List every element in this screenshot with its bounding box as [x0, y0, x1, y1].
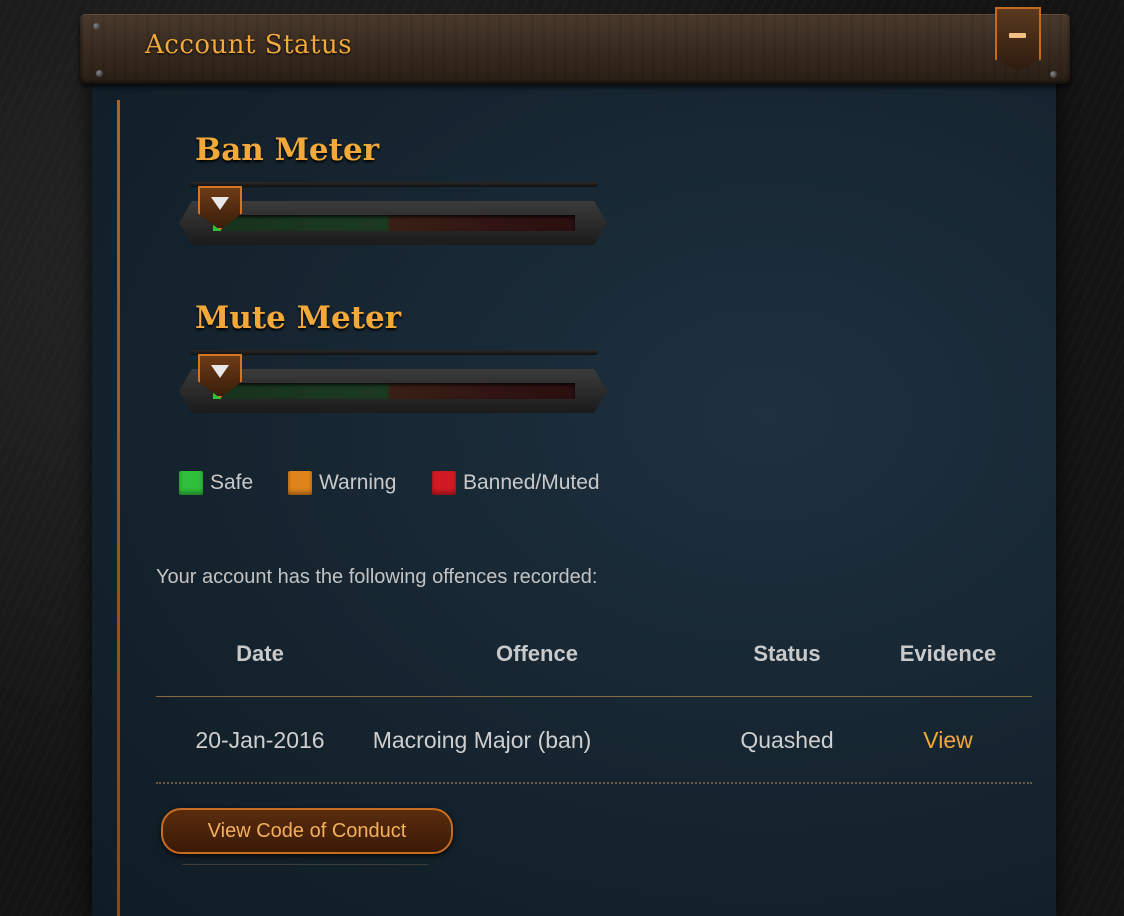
banned-swatch: [432, 471, 456, 495]
legend-item-warning: Warning: [288, 470, 396, 496]
rivet-icon: [1050, 71, 1057, 78]
view-code-of-conduct-button[interactable]: View Code of Conduct: [161, 808, 453, 854]
ban-meter-bar: [179, 201, 607, 245]
legend-item-banned-muted: Banned/Muted: [432, 470, 600, 496]
legend-label: Banned/Muted: [463, 471, 600, 494]
mute-meter-title: Mute Meter: [195, 300, 402, 336]
legend-item-safe: Safe: [179, 470, 253, 496]
mute-meter-bar: [179, 369, 607, 413]
column-header-status: Status: [753, 641, 821, 666]
rivet-icon: [93, 23, 100, 30]
mute-meter-rail: [190, 350, 598, 355]
table-row-divider: [156, 782, 1032, 784]
ban-meter-title: Ban Meter: [195, 132, 380, 168]
legend-label: Warning: [319, 471, 397, 494]
minus-icon: [1009, 33, 1026, 38]
column-header-date: Date: [236, 641, 284, 666]
view-evidence-link[interactable]: View: [888, 727, 1008, 754]
ban-meter-track: [213, 215, 575, 231]
offence-name: Macroing Major (ban): [372, 727, 592, 753]
column-header-evidence: Evidence: [899, 641, 997, 666]
button-underline: [182, 864, 428, 865]
ban-meter-rail: [190, 182, 598, 187]
table-header-divider: [156, 696, 1032, 697]
collapse-button[interactable]: [995, 7, 1041, 71]
safe-swatch: [179, 471, 203, 495]
offence-date: 20-Jan-2016: [195, 727, 325, 753]
mute-meter-track: [213, 383, 575, 399]
rivet-icon: [96, 70, 103, 77]
panel-title: Account Status: [145, 30, 353, 60]
column-header-offence: Offence: [496, 641, 578, 666]
legend-label: Safe: [210, 471, 254, 494]
offence-status: Quashed: [740, 727, 834, 753]
panel-side-rail: [117, 100, 120, 916]
warning-swatch: [288, 471, 312, 495]
offences-intro: Your account has the following offences …: [156, 566, 598, 588]
